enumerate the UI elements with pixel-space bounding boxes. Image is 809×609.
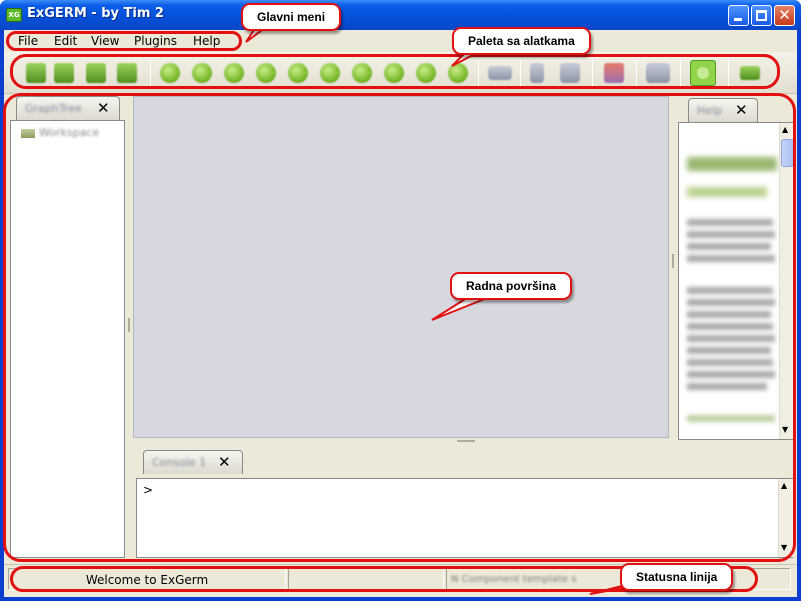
- callout-toolbar: Paleta sa alatkama: [452, 27, 591, 55]
- callout-workspace: Radna površina: [450, 272, 573, 300]
- callout-status-line: Statusna linija: [620, 563, 734, 591]
- callout-pointers: [245, 23, 647, 595]
- callout-main-menu: Glavni meni: [241, 3, 342, 31]
